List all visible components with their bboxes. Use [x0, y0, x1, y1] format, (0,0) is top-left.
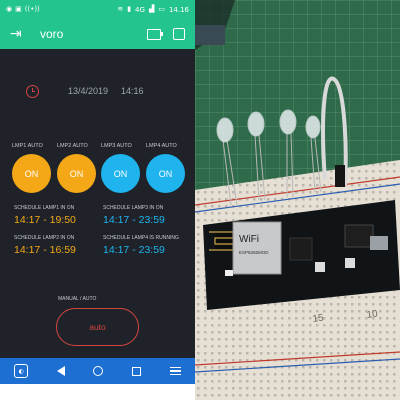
schedule-lamp4-value[interactable]: 14:17 - 23:59 [103, 244, 165, 256]
status-bar: ◉ ▣ ((•)) ≋ ▮ 4G ▟ ▭ 14.16 [0, 0, 195, 19]
wifi-status-icon: ≋ [117, 5, 124, 13]
signal-icon: ▮ [127, 5, 132, 13]
schedule-lamp1-label: SCHEDULE LAMP1 IN ON [14, 205, 75, 211]
hardware-photo: WiFi ESP8266MOD 15 10 [195, 0, 400, 400]
module-model-label: ESP8266MOD [239, 250, 269, 255]
device-icon[interactable] [147, 28, 163, 40]
schedule-lamp3-label: SCHEDULE LAMP3 IN ON [103, 205, 164, 211]
app-icon[interactable]: ◐ [14, 364, 29, 378]
clock-icon [26, 85, 39, 98]
breadboard-photo-illustration: WiFi ESP8266MOD 15 10 [195, 0, 400, 400]
square-icon[interactable] [173, 28, 185, 40]
usb-cable [195, 25, 225, 45]
lamp2-label: LMP2 AUTO [57, 143, 88, 149]
breadboard-number-15: 15 [312, 312, 325, 325]
rtc-time: 14:16 [121, 86, 144, 96]
schedule-lamp3-value[interactable]: 14:17 - 23:59 [103, 214, 165, 226]
signal-bars-icon: ▟ [148, 5, 155, 13]
module-wifi-label: WiFi [239, 234, 259, 245]
lamp3-label: LMP3 AUTO [101, 143, 132, 149]
nfc-icon: ((•)) [24, 5, 40, 13]
home-icon[interactable] [93, 366, 104, 376]
network-type: 4G [135, 5, 145, 14]
schedule-lamp2-value[interactable]: 14:17 - 16:59 [14, 244, 76, 256]
schedule-lamp4-label: SCHEDULE LAMP4 IS RUNNING [103, 235, 179, 241]
back-icon[interactable] [56, 366, 65, 376]
screenshot-stage: ◉ ▣ ((•)) ≋ ▮ 4G ▟ ▭ 14.16 ⇥ voro 13/4/2… [0, 0, 400, 400]
battery-icon: ▭ [158, 5, 165, 13]
lamp4-button[interactable]: ON [146, 154, 185, 193]
menu-icon[interactable] [169, 366, 181, 376]
schedule-lamp2-label: SCHEDULE LAMP2 IN ON [14, 235, 75, 241]
recent-apps-icon[interactable] [132, 366, 142, 376]
mode-label: MANUAL / AUTO [58, 296, 97, 302]
app-bar: ⇥ voro [0, 19, 195, 49]
screen-icon: ▣ [15, 5, 22, 13]
esp8266-module [232, 221, 282, 275]
rtc-date: 13/4/2019 [68, 86, 109, 96]
schedule-lamp1-value[interactable]: 14:17 - 19:50 [14, 214, 76, 226]
lamp1-button[interactable]: ON [12, 154, 51, 193]
breadboard-number-10: 10 [366, 308, 379, 321]
back-arrow-icon[interactable]: ⇥ [10, 26, 26, 42]
phone-screen: ◉ ▣ ((•)) ≋ ▮ 4G ▟ ▭ 14.16 ⇥ voro 13/4/2… [0, 0, 195, 384]
system-nav-bar: ◐ [0, 358, 195, 384]
eye-icon: ◉ [6, 5, 13, 13]
lamp3-button[interactable]: ON [101, 154, 140, 193]
status-time: 14.16 [168, 5, 189, 14]
app-title: voro [40, 27, 64, 41]
lamp2-button[interactable]: ON [57, 154, 96, 193]
lamp4-label: LMP4 AUTO [146, 143, 177, 149]
lamp1-label: LMP1 AUTO [12, 143, 43, 149]
auto-mode-button[interactable]: auto [56, 308, 139, 346]
